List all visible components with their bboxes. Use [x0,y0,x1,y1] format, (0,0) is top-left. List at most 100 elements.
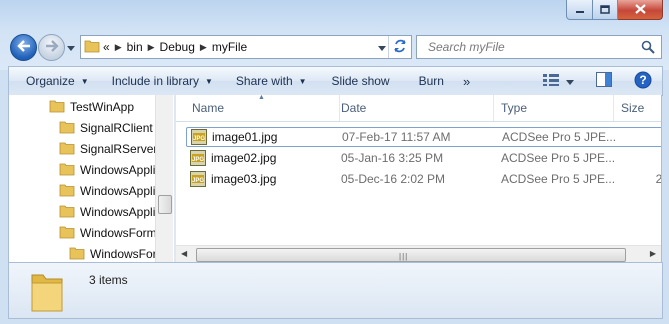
column-headers: ▲ Name Date Type Size [176,95,661,122]
slide-show-button[interactable]: Slide show [316,67,399,95]
toolbar-right: ? [536,67,662,95]
share-with-button[interactable]: Share with ▼ [222,67,316,95]
tree-item-testwinapp[interactable]: TestWinApp [49,97,134,117]
scrollbar-thumb[interactable] [158,195,172,214]
burn-label: Burn [418,74,444,88]
more-commands-label: » [462,73,471,89]
tree-item-signalrclient[interactable]: SignalRClient [59,118,153,138]
folder-icon [29,269,65,316]
file-type: ACDSee Pro 5 JPE... [501,172,616,186]
details-pane: 3 items [8,262,663,319]
folder-icon [59,183,75,200]
breadcrumb-debug[interactable]: Debug [157,36,198,58]
burn-button[interactable]: Burn [399,67,453,95]
file-list-horizontal-scrollbar[interactable]: ◀ ||| ▶ [176,245,661,263]
organize-button[interactable]: Organize ▼ [9,67,98,95]
chevron-down-icon [67,40,75,54]
close-icon [634,3,646,17]
include-in-library-button[interactable]: Include in library ▼ [98,67,222,95]
svg-text:JPG: JPG [192,178,204,184]
address-bar[interactable]: « ▶ bin ▶ Debug ▶ myFile [80,35,412,59]
file-row[interactable]: JPG image02.jpg 05-Jan-16 3:25 PM ACDSee… [186,148,661,168]
file-name: image01.jpg [212,130,278,144]
breadcrumb-separator-icon[interactable]: ▶ [146,42,157,53]
file-name-cell: JPG image02.jpg [190,148,338,168]
scroll-right-icon[interactable]: ▶ [650,249,656,258]
more-commands-button[interactable]: » [453,67,479,95]
close-button[interactable] [618,0,663,20]
explorer-window: « ▶ bin ▶ Debug ▶ myFile Organize ▼ Incl… [0,0,669,324]
search-box[interactable] [416,35,662,59]
breadcrumb-separator-icon[interactable]: ▶ [198,42,209,53]
tree-item-label: WindowsAppli [80,184,156,198]
slide-show-label: Slide show [331,74,390,88]
tree-item-label: SignalRServer [80,142,158,156]
include-in-library-label: Include in library [111,74,199,88]
item-count: 3 items [89,273,128,287]
view-dropdown[interactable] [566,67,584,95]
minimize-button[interactable] [566,0,593,20]
file-size: 8 [630,128,661,146]
tree-item-windowsappli-1[interactable]: WindowsAppli [59,160,155,180]
file-type: ACDSee Pro 5 JPE... [502,130,617,144]
tree-item-label: WindowsForm [80,226,157,240]
breadcrumb-overflow[interactable]: « [100,36,113,58]
chevron-down-icon [566,74,574,88]
navigation-pane-scrollbar[interactable] [155,95,173,262]
svg-text:JPG: JPG [193,136,205,142]
maximize-button[interactable] [593,0,618,20]
folder-icon [59,141,75,158]
scroll-left-icon[interactable]: ◀ [181,249,187,258]
svg-text:?: ? [639,73,646,87]
file-row[interactable]: JPG image03.jpg 05-Dec-16 2:02 PM ACDSee… [186,169,661,189]
preview-pane-button[interactable] [584,67,624,95]
recent-pages-dropdown[interactable] [66,42,76,52]
forward-arrow-icon [45,40,59,55]
refresh-icon [393,39,407,56]
file-name-cell: JPG image01.jpg [191,128,339,146]
breadcrumb-myfile[interactable]: myFile [209,36,250,58]
file-row[interactable]: JPG image01.jpg 07-Feb-17 11:57 AM ACDSe… [186,127,661,147]
chevron-down-icon: ▼ [298,76,307,86]
file-date: 07-Feb-17 11:57 AM [342,130,451,144]
file-type: ACDSee Pro 5 JPE... [501,151,616,165]
refresh-button[interactable] [388,36,411,58]
tree-item-windowsappli-3[interactable]: WindowsAppli [59,202,155,222]
maximize-icon [600,3,610,17]
folder-icon [59,204,75,221]
tree-item-signalrserver[interactable]: SignalRServer [59,139,157,159]
chevron-down-icon [378,40,386,54]
preview-pane-icon [596,72,612,90]
minimize-icon [575,3,585,17]
jpg-file-icon: JPG [190,171,206,187]
tree-item-windowsform[interactable]: WindowsForm [59,223,157,243]
share-with-label: Share with [235,74,293,88]
column-header-name[interactable]: Name [185,95,340,121]
search-input[interactable] [426,39,640,55]
back-button[interactable] [10,34,37,61]
column-header-date[interactable]: Date [334,95,494,121]
grip-icon: ||| [399,252,409,261]
tree-item-label: WindowsFor [90,247,157,261]
chevron-down-icon: ▼ [80,76,89,86]
tree-item-label: TestWinApp [70,100,135,114]
jpg-file-icon: JPG [190,150,206,166]
forward-button[interactable] [38,34,65,61]
help-button[interactable]: ? [624,67,662,95]
tree-item-label: WindowsAppli [80,163,156,177]
tree-item-label: WindowsAppli [80,205,156,219]
address-dropdown[interactable] [375,36,389,58]
file-name-cell: JPG image03.jpg [190,169,338,189]
breadcrumb-bin[interactable]: bin [124,36,146,58]
column-header-size[interactable]: Size [614,95,661,121]
change-view-button[interactable] [536,67,566,95]
breadcrumb-separator-icon[interactable]: ▶ [113,42,124,53]
folder-icon [59,225,75,242]
tree-item-windowsappli-2[interactable]: WindowsAppli [59,181,155,201]
folder-icon [59,162,75,179]
column-header-type[interactable]: Type [494,95,614,121]
tree-item-windowsfor[interactable]: WindowsFor [69,244,157,262]
folder-icon [59,120,75,137]
scrollbar-thumb[interactable]: ||| [196,248,626,262]
search-icon[interactable] [641,40,655,57]
